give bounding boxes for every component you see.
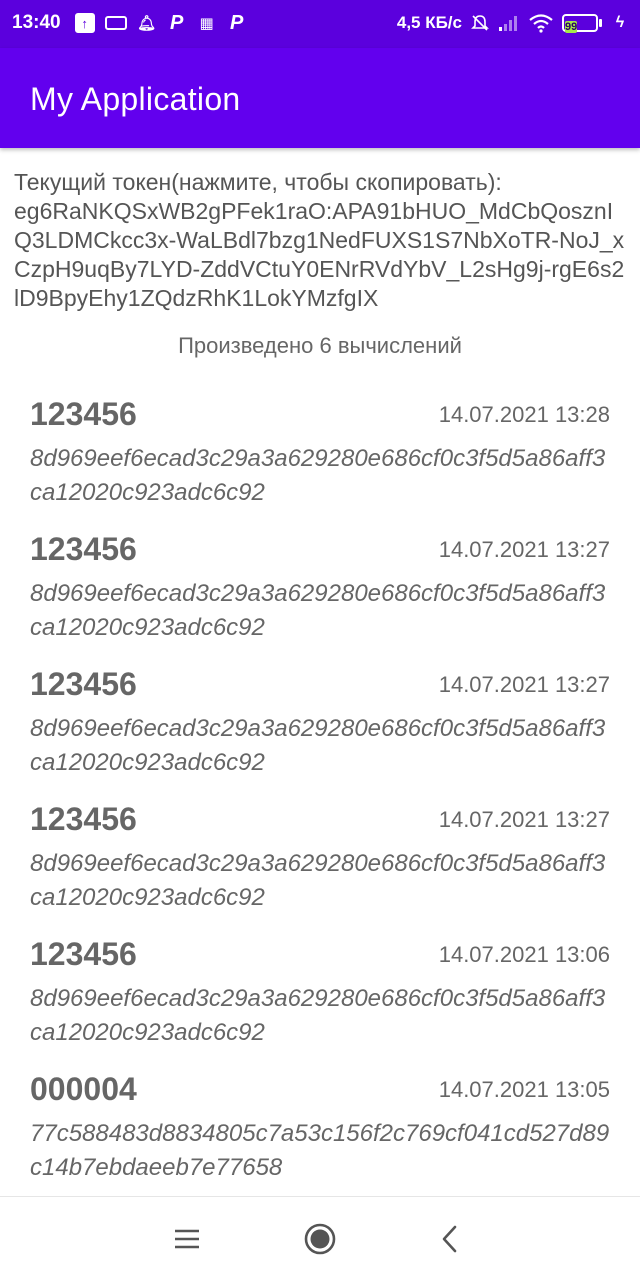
- list-item[interactable]: 000004 14.07.2021 13:05 77c588483d883480…: [0, 1065, 640, 1196]
- p-icon: P: [229, 11, 244, 34]
- upload-icon: ↑: [74, 13, 95, 33]
- menu-icon[interactable]: [167, 1223, 207, 1255]
- item-code: 123456: [30, 396, 137, 432]
- item-code: 123456: [30, 801, 137, 837]
- battery-level: 99: [565, 21, 578, 33]
- item-date: 14.07.2021 13:05: [438, 1077, 610, 1102]
- item-code: 000004: [30, 1071, 137, 1107]
- token-value[interactable]: eg6RaNKQSxWB2gPFek1raO:APA91bHUO_MdCbQos…: [14, 197, 626, 313]
- p-icon: P: [169, 11, 184, 34]
- item-hash: 8d969eef6ecad3c29a3a629280e686cf0c3f5d5a…: [30, 445, 606, 506]
- item-hash: 8d969eef6ecad3c29a3a629280e686cf0c3f5d5a…: [30, 850, 606, 911]
- charging-icon: ϟ: [615, 14, 625, 31]
- list-item[interactable]: 123456 14.07.2021 13:27 8d969eef6ecad3c2…: [0, 795, 640, 930]
- item-code: 123456: [30, 666, 137, 702]
- item-date: 14.07.2021 13:27: [438, 537, 610, 562]
- back-icon[interactable]: [430, 1223, 470, 1255]
- list-item[interactable]: 123456 14.07.2021 13:06 8d969eef6ecad3c2…: [0, 930, 640, 1065]
- item-hash: 77c588483d8834805c7a53c156f2c769cf041cd5…: [30, 1120, 610, 1181]
- app-bar: My Application: [0, 48, 640, 148]
- navigation-bar: [0, 1196, 640, 1280]
- status-bar: 13:40 ↑ 🔔︎ P ▦ P 4,5 КБ/с 99 ϟ: [0, 0, 640, 48]
- list-item[interactable]: 123456 14.07.2021 13:27 8d969eef6ecad3c2…: [0, 660, 640, 795]
- app-title: My Application: [30, 81, 241, 117]
- item-date: 14.07.2021 13:27: [438, 672, 610, 697]
- item-hash: 8d969eef6ecad3c29a3a629280e686cf0c3f5d5a…: [30, 985, 606, 1046]
- wifi-icon: [528, 12, 554, 34]
- status-time: 13:40: [12, 12, 61, 33]
- battery-icon: 99: [562, 14, 602, 33]
- item-date: 14.07.2021 13:28: [438, 402, 610, 427]
- network-speed: 4,5 КБ/с: [396, 13, 462, 32]
- item-date: 14.07.2021 13:06: [438, 942, 610, 967]
- home-icon[interactable]: [300, 1223, 340, 1255]
- bell-icon: 🔔︎: [137, 15, 157, 32]
- item-hash: 8d969eef6ecad3c29a3a629280e686cf0c3f5d5a…: [30, 715, 606, 776]
- item-code: 123456: [30, 936, 137, 972]
- list-item[interactable]: 123456 14.07.2021 13:28 8d969eef6ecad3c2…: [0, 390, 640, 525]
- item-code: 123456: [30, 531, 137, 567]
- sim-icon: ▦: [199, 15, 214, 32]
- calculation-list[interactable]: 123456 14.07.2021 13:28 8d969eef6ecad3c2…: [0, 390, 640, 1196]
- status-bar-right: 4,5 КБ/с 99 ϟ: [397, 12, 630, 34]
- list-item[interactable]: 123456 14.07.2021 13:27 8d969eef6ecad3c2…: [0, 525, 640, 660]
- bell-off-icon: [470, 12, 490, 34]
- item-hash: 8d969eef6ecad3c29a3a629280e686cf0c3f5d5a…: [30, 580, 606, 641]
- status-bar-left: 13:40 ↑ 🔔︎ P ▦ P: [12, 12, 247, 34]
- signal-icon: [498, 12, 520, 34]
- token-block[interactable]: Текущий токен(нажмите, чтобы скопировать…: [14, 168, 626, 313]
- token-label: Текущий токен(нажмите, чтобы скопировать…: [14, 169, 502, 195]
- cassette-icon: [104, 12, 127, 34]
- item-date: 14.07.2021 13:27: [438, 807, 610, 832]
- calculation-count: Произведено 6 вычислений: [178, 333, 462, 358]
